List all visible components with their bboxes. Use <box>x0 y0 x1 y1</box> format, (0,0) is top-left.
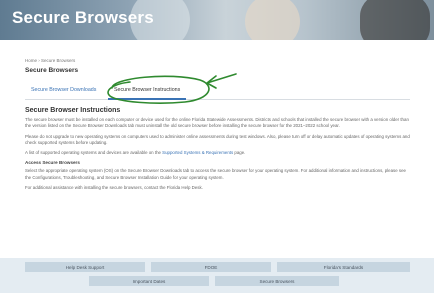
banner-title: Secure Browsers <box>12 8 154 27</box>
text: A list of supported operating systems an… <box>25 150 163 156</box>
supported-systems-link[interactable]: Supported Systems & Requirements <box>162 150 233 155</box>
tab-secure-browser-downloads[interactable]: Secure Browser Downloads <box>31 87 96 93</box>
banner-photo-decoration <box>360 0 430 40</box>
banner-photo-decoration <box>245 0 300 40</box>
footer-link-important-dates[interactable]: Important Dates <box>89 276 209 286</box>
instructions-paragraph: Please do not upgrade to new operating s… <box>25 133 410 145</box>
instructions-paragraph: The secure browser must be installed on … <box>25 117 409 129</box>
instructions-paragraph: Select the appropriate operating system … <box>25 168 406 180</box>
footer-link-fdoe[interactable]: FDOE <box>151 262 271 272</box>
instructions-content: Secure Browser Instructions The secure b… <box>25 107 410 195</box>
tab-secure-browser-instructions[interactable]: Secure Browser Instructions <box>108 87 187 100</box>
footer-link-standards[interactable]: Florida's Standards <box>277 262 410 272</box>
text: page. <box>233 150 246 156</box>
page-title: Secure Browsers <box>25 67 79 74</box>
tab-label: Secure Browser Instructions <box>114 87 181 93</box>
instructions-paragraph: A list of supported operating systems an… <box>25 150 410 156</box>
access-subheading: Access Secure Browsers <box>25 160 80 166</box>
page-banner: Secure Browsers <box>0 0 434 40</box>
instructions-heading: Secure Browser Instructions <box>25 107 121 114</box>
active-tab-indicator <box>108 98 187 100</box>
footer-link-secure-browsers[interactable]: Secure Browsers <box>215 276 339 286</box>
tab-bar: Secure Browser Downloads Secure Browser … <box>25 86 410 100</box>
footer-link-help-desk[interactable]: Help Desk Support <box>25 262 145 272</box>
breadcrumb[interactable]: Home › Secure Browsers <box>25 58 75 63</box>
instructions-paragraph: For additional assistance with installin… <box>25 185 203 191</box>
